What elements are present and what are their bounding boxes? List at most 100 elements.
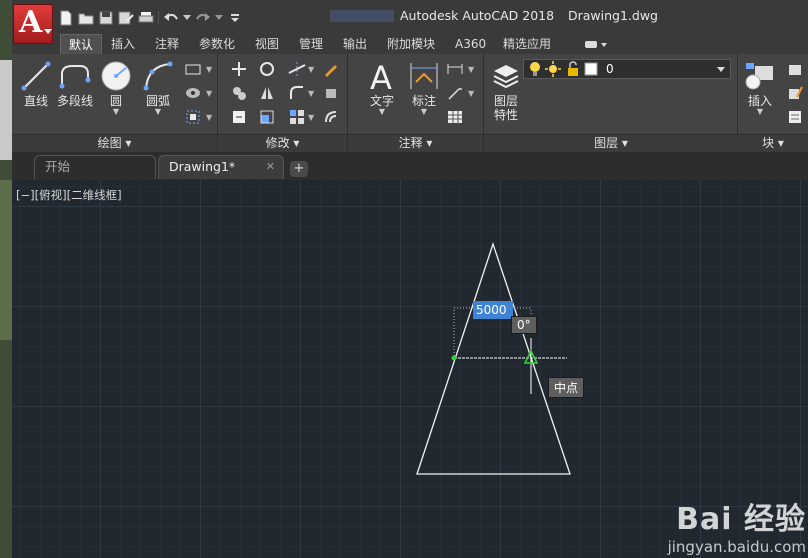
- annotation-panel-title[interactable]: 注释 ▾: [348, 134, 483, 152]
- chevron-down-icon[interactable]: ▼: [402, 108, 446, 116]
- start-point-marker: [451, 355, 457, 361]
- chevron-down-icon[interactable]: ▼: [94, 108, 138, 116]
- object-snap-tooltip: 中点: [548, 377, 585, 398]
- customize-toolbar-icon[interactable]: [227, 10, 243, 26]
- rotate-icon[interactable]: [258, 60, 276, 78]
- copy-icon[interactable]: [230, 84, 248, 102]
- tab-manage[interactable]: 管理: [299, 34, 323, 54]
- arc-icon: [143, 61, 173, 91]
- scale-icon[interactable]: [258, 108, 276, 126]
- annotation-panel: A 文字 ▼ 标注 ▼ ▼ ▼ 注释 ▾: [348, 54, 484, 152]
- mirror-icon[interactable]: [258, 84, 276, 102]
- polyline-tool-button[interactable]: 多段线: [52, 58, 98, 118]
- insert-block-icon: [745, 63, 773, 90]
- tab-start[interactable]: 开始: [34, 155, 156, 179]
- chevron-down-icon[interactable]: ▼: [206, 113, 212, 122]
- rectangle-icon[interactable]: [184, 60, 202, 78]
- redo-icon[interactable]: [195, 10, 211, 26]
- chevron-down-icon[interactable]: ▼: [136, 108, 180, 116]
- triangle-shape[interactable]: [416, 241, 571, 475]
- tab-parametric[interactable]: 参数化: [199, 34, 235, 54]
- dimension-tool-button[interactable]: 标注 ▼: [402, 58, 446, 118]
- circle-icon: [101, 61, 131, 91]
- text-icon: A: [370, 59, 392, 93]
- chevron-down-icon[interactable]: ▼: [308, 89, 314, 98]
- stretch-icon[interactable]: [230, 108, 248, 126]
- chevron-down-icon[interactable]: ▼: [468, 65, 474, 74]
- leader-icon[interactable]: [446, 84, 464, 102]
- redo-dropdown-icon[interactable]: [215, 10, 223, 26]
- watermark: Bai 经验 jingyan.baidu.com: [668, 494, 806, 556]
- tab-addins[interactable]: 附加模块: [387, 34, 435, 54]
- new-drawing-tab-button[interactable]: +: [290, 161, 308, 177]
- ribbon-toggle-button[interactable]: [582, 34, 610, 54]
- save-as-icon[interactable]: [118, 10, 134, 26]
- drawing-canvas[interactable]: [−][俯视][二维线框] 5000 0° 中点 Bai 经验 jingyan.…: [12, 180, 808, 558]
- explode-icon[interactable]: [322, 84, 340, 102]
- block-panel-title[interactable]: 块 ▾: [738, 134, 808, 152]
- block-panel: 插入 ▼ 块 ▾: [738, 54, 808, 152]
- background-window-strip: [0, 0, 12, 558]
- unlock-icon[interactable]: [564, 60, 582, 78]
- tab-insert[interactable]: 插入: [111, 34, 135, 54]
- angle-tooltip: 0°: [511, 316, 537, 334]
- boundary-icon[interactable]: [184, 108, 202, 126]
- undo-dropdown-icon[interactable]: [183, 10, 191, 26]
- tab-featured-apps[interactable]: 精选应用: [503, 34, 551, 54]
- layer-dropdown[interactable]: 0: [523, 59, 731, 79]
- save-icon[interactable]: [98, 10, 114, 26]
- table-icon[interactable]: [446, 108, 464, 126]
- linear-dimension-icon[interactable]: [446, 60, 464, 78]
- tab-drawing1[interactable]: Drawing1* ✕: [158, 155, 284, 179]
- fillet-icon[interactable]: [288, 84, 306, 102]
- chevron-down-icon[interactable]: ▼: [308, 113, 314, 122]
- new-file-icon[interactable]: [58, 10, 74, 26]
- draw-panel-title[interactable]: 绘图 ▾: [12, 134, 217, 152]
- hatch-icon[interactable]: [184, 84, 202, 102]
- text-tool-button[interactable]: A 文字 ▼: [360, 58, 404, 118]
- chevron-down-icon: [717, 67, 725, 72]
- color-swatch-icon[interactable]: [582, 60, 600, 78]
- watermark-url: jingyan.baidu.com: [667, 538, 806, 556]
- polyline-icon: [59, 65, 91, 89]
- modify-panel-title[interactable]: 修改 ▾: [218, 134, 347, 152]
- ribbon-tabs: 默认 插入 注释 参数化 视图 管理 输出 附加模块 A360 精选应用: [12, 34, 808, 54]
- create-block-icon[interactable]: [786, 60, 804, 78]
- tab-annotate[interactable]: 注释: [155, 34, 179, 54]
- tab-home[interactable]: 默认: [60, 34, 103, 54]
- layers-panel-title[interactable]: 图层 ▾: [484, 134, 738, 152]
- close-icon[interactable]: ✕: [266, 156, 275, 178]
- erase-icon[interactable]: [322, 60, 340, 78]
- tab-view[interactable]: 视图: [255, 34, 279, 54]
- print-icon[interactable]: [138, 10, 154, 26]
- edit-attributes-icon[interactable]: [786, 108, 804, 126]
- arc-tool-button[interactable]: 圆弧 ▼: [136, 58, 180, 118]
- tab-a360[interactable]: A360: [455, 34, 486, 54]
- tab-output[interactable]: 输出: [343, 34, 367, 54]
- edit-block-icon[interactable]: [786, 84, 804, 102]
- chevron-down-icon[interactable]: ▼: [206, 65, 212, 74]
- application-menu-button[interactable]: A: [13, 4, 53, 44]
- undo-icon[interactable]: [163, 10, 179, 26]
- array-icon[interactable]: [288, 108, 306, 126]
- offset-icon[interactable]: [322, 108, 340, 126]
- file-tabs-bar: 开始 Drawing1* ✕ +: [12, 152, 808, 180]
- chevron-down-icon[interactable]: ▼: [360, 108, 404, 116]
- move-icon[interactable]: [230, 60, 248, 78]
- chevron-down-icon: [44, 29, 52, 34]
- autocad-logo-icon: A: [19, 5, 43, 40]
- chevron-down-icon[interactable]: ▼: [468, 89, 474, 98]
- circle-tool-button[interactable]: 圆 ▼: [94, 58, 138, 118]
- chevron-down-icon[interactable]: ▼: [738, 108, 782, 116]
- dimension-icon: [410, 63, 438, 89]
- open-folder-icon[interactable]: [78, 10, 94, 26]
- insert-block-button[interactable]: 插入 ▼: [738, 58, 782, 118]
- chevron-down-icon[interactable]: ▼: [308, 65, 314, 74]
- lightbulb-icon[interactable]: [526, 60, 544, 78]
- chevron-down-icon[interactable]: ▼: [206, 89, 212, 98]
- trim-icon[interactable]: [288, 60, 306, 78]
- sun-icon[interactable]: [544, 60, 562, 78]
- ribbon-panel: 直线 多段线 圆 ▼ 圆弧 ▼ ▼ ▼ ▼ 绘图 ▾ ▼ ▼ ▼ 修改 ▾ A …: [12, 54, 808, 176]
- dynamic-input-field[interactable]: 5000: [473, 301, 513, 319]
- layer-properties-button[interactable]: 图层 特性: [484, 58, 528, 122]
